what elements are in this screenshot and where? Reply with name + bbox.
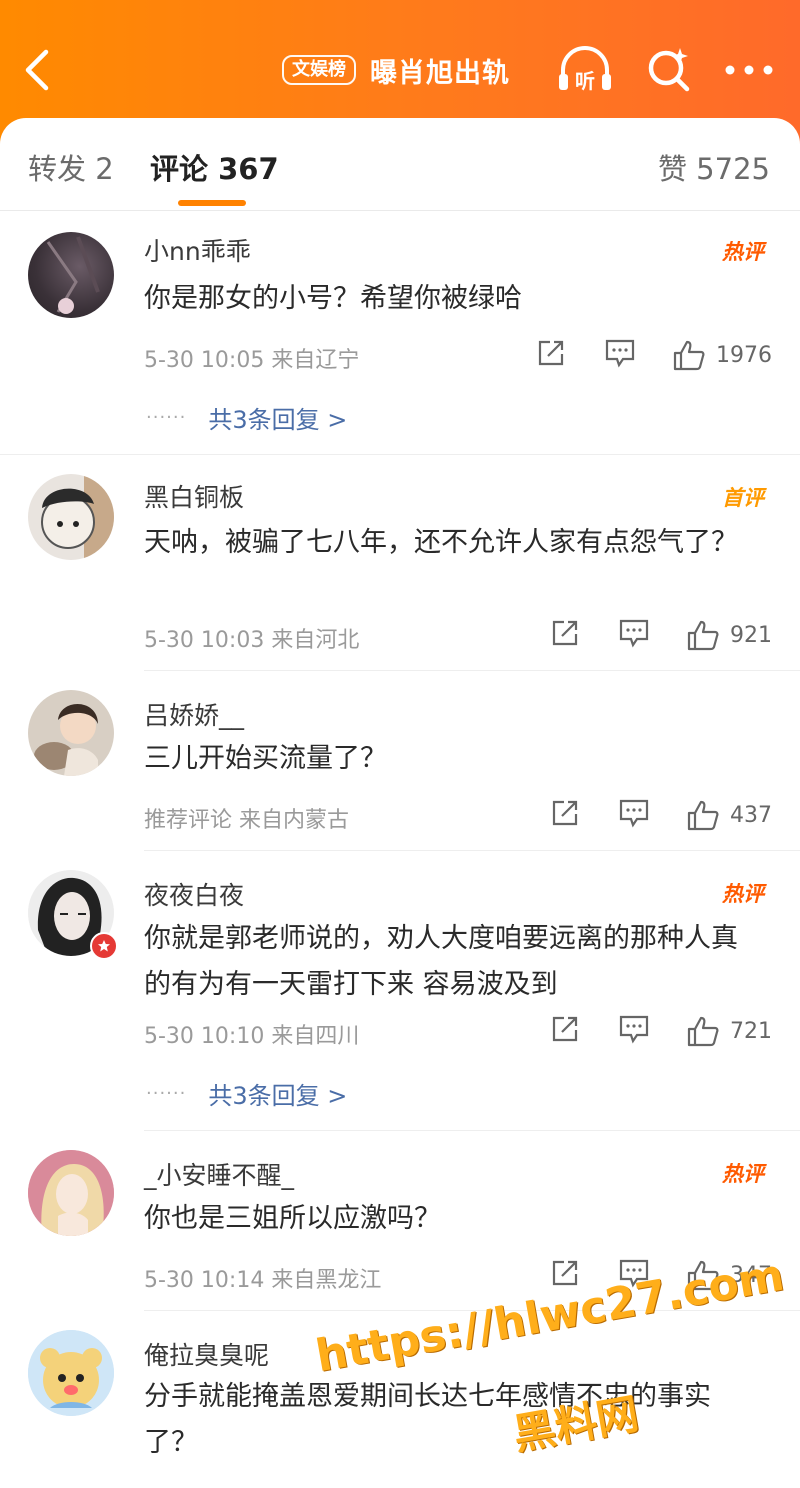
replies-dots: ······: [146, 1083, 187, 1104]
listen-icon[interactable]: 听: [556, 44, 614, 100]
comment-divider: [144, 1130, 800, 1131]
like-button[interactable]: 437: [686, 799, 772, 831]
more-icon[interactable]: [724, 62, 774, 81]
like-count: 437: [730, 802, 772, 828]
thumbs-up-icon: [687, 800, 719, 831]
comment-actions: 1976: [536, 338, 772, 372]
comment-meta: 5-30 10:05 来自辽宁: [144, 348, 360, 373]
comment-text: 你是那女的小号？希望你被绿哈: [144, 283, 522, 314]
tab-forward[interactable]: 转发 2: [28, 146, 114, 188]
like-button[interactable]: 921: [686, 619, 772, 651]
comment-text: 你也是三姐所以应激吗？: [144, 1203, 441, 1234]
comment-meta: 5-30 10:03 来自河北: [144, 628, 360, 653]
thumbs-up-icon: [687, 1016, 719, 1047]
comment-meta: 5-30 10:14 来自黑龙江: [144, 1268, 382, 1293]
hot-comment-tag: 热评: [722, 240, 764, 264]
like-count: 1976: [716, 342, 772, 368]
share-icon[interactable]: [550, 798, 580, 832]
first-comment-tag: 首评: [722, 486, 764, 510]
comment-text: 三儿开始买流量了？: [144, 743, 387, 774]
comment-text: 分手就能掩盖恩爱期间长达七年感情不忠的事实了？: [144, 1381, 711, 1458]
comment-meta: 5-30 10:10 来自四川: [144, 1024, 360, 1049]
comment-icon[interactable]: [618, 618, 650, 652]
tab-bar: 转发 2 评论 367 赞 5725: [0, 118, 800, 210]
view-replies-link[interactable]: ······ 共3条回复 >: [146, 1076, 347, 1111]
topic-title-group[interactable]: 文娱榜 曝肖旭出轨: [282, 52, 510, 89]
share-icon[interactable]: [536, 338, 566, 372]
comment-text: 你就是郭老师说的，劝人大度咱要远离的那种人真的有为有一天雷打下来 容易波及到: [144, 923, 738, 1000]
listen-label: 听: [575, 69, 595, 93]
comment-meta: 推荐评论 来自内蒙古: [144, 808, 349, 833]
comment-actions: 437: [550, 798, 772, 832]
like-count: 721: [730, 1018, 772, 1044]
avatar[interactable]: [28, 690, 114, 776]
comment-actions: 921: [550, 618, 772, 652]
ent-rank-badge: 文娱榜: [282, 55, 356, 85]
share-icon[interactable]: [550, 1014, 580, 1048]
comment-icon[interactable]: [618, 798, 650, 832]
like-button[interactable]: 1976: [672, 339, 772, 371]
comment-divider: [144, 850, 800, 851]
comment-icon[interactable]: [604, 338, 636, 372]
replies-label: 共3条回复 >: [208, 406, 348, 434]
search-icon[interactable]: [644, 44, 694, 98]
username[interactable]: 夜夜白夜: [144, 876, 244, 912]
username[interactable]: 吕娇娇__: [144, 696, 244, 732]
username[interactable]: 小nn乖乖: [144, 232, 251, 268]
username[interactable]: 俺拉臭臭呢: [144, 1336, 269, 1372]
hot-comment-tag: 热评: [722, 1162, 764, 1186]
username[interactable]: 黑白铜板: [144, 478, 244, 514]
view-replies-link[interactable]: ······ 共3条回复 >: [146, 400, 347, 435]
like-count: 921: [730, 622, 772, 648]
hot-comment-tag: 热评: [722, 882, 764, 906]
comment-icon[interactable]: [618, 1014, 650, 1048]
tabs-divider: [0, 210, 800, 211]
avatar[interactable]: [28, 1150, 114, 1236]
replies-dots: ······: [146, 407, 187, 428]
active-tab-indicator: [178, 200, 246, 206]
avatar[interactable]: [28, 870, 118, 960]
avatar[interactable]: [28, 474, 114, 560]
thumbs-up-icon: [687, 620, 719, 651]
thumbs-up-icon: [673, 340, 705, 371]
like-button[interactable]: 721: [686, 1015, 772, 1047]
avatar[interactable]: [28, 232, 114, 318]
comment-text: 天呐，被骗了七八年，还不允许人家有点怨气了？: [144, 527, 738, 558]
comment-divider: [0, 454, 800, 455]
tab-comments[interactable]: 评论 367: [150, 146, 279, 188]
verified-badge-icon: [90, 932, 118, 960]
comment-divider: [144, 670, 800, 671]
topic-title: 曝肖旭出轨: [370, 57, 510, 89]
avatar[interactable]: [28, 1330, 114, 1416]
username[interactable]: _小安睡不醒_: [144, 1156, 294, 1192]
replies-label: 共3条回复 >: [208, 1082, 348, 1110]
tab-likes[interactable]: 赞 5725: [658, 146, 770, 188]
back-icon[interactable]: [20, 48, 60, 92]
comment-actions: 721: [550, 1014, 772, 1048]
share-icon[interactable]: [550, 618, 580, 652]
